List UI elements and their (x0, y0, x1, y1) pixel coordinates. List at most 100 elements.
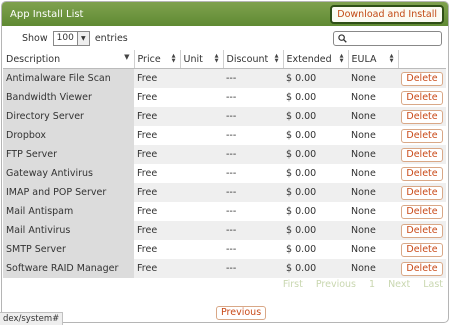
cell-extended: $ 0.00 (283, 126, 348, 145)
app-table: Description ▼ Price ▲ ▼ Unit ▲ ▼ Discount ▲ ▼ E… (3, 50, 446, 278)
cell-action: Delete (398, 68, 446, 88)
cell-action: Delete (398, 202, 446, 221)
table-body: Antimalware File Scan Free --- $ 0.00 None De… (3, 68, 446, 278)
panel-header: App Install List Download and Install (2, 2, 448, 26)
cell-price: Free (134, 107, 180, 126)
previous-button[interactable]: Previous (216, 306, 267, 320)
cell-action: Delete (398, 240, 446, 259)
cell-description: Gateway Antivirus (3, 164, 134, 183)
delete-button[interactable]: Delete (401, 109, 443, 124)
delete-button[interactable]: Delete (401, 204, 443, 219)
download-and-install-button[interactable]: Download and Install (330, 4, 444, 24)
cell-description: FTP Server (3, 145, 134, 164)
cell-unit (180, 259, 223, 278)
status-bar: dex/system# (0, 312, 64, 325)
table-row: Mail Antispam Free --- $ 0.00 None Delete (3, 202, 446, 221)
cell-action: Delete (398, 183, 446, 202)
cell-action: Delete (398, 259, 446, 278)
cell-eula: None (348, 240, 398, 259)
table-row: Bandwidth Viewer Free --- $ 0.00 None Delete (3, 88, 446, 107)
cell-unit (180, 145, 223, 164)
app-install-panel: App Install List Download and Install Sh… (1, 1, 449, 323)
pagination-last[interactable]: Last (423, 279, 443, 290)
cell-eula: None (348, 126, 398, 145)
cell-extended: $ 0.00 (283, 202, 348, 221)
delete-button[interactable]: Delete (401, 166, 443, 181)
cell-price: Free (134, 240, 180, 259)
cell-eula: None (348, 145, 398, 164)
cell-extended: $ 0.00 (283, 259, 348, 278)
cell-price: Free (134, 221, 180, 240)
column-header-eula[interactable]: EULA ▲ ▼ (348, 50, 399, 69)
cell-unit (180, 88, 223, 107)
column-header-actions (398, 50, 446, 69)
delete-button[interactable]: Delete (401, 90, 443, 105)
delete-button[interactable]: Delete (401, 223, 443, 238)
delete-button[interactable]: Delete (401, 261, 443, 276)
cell-eula: None (348, 164, 398, 183)
cell-extended: $ 0.00 (283, 164, 348, 183)
cell-extended: $ 0.00 (283, 68, 348, 88)
cell-eula: None (348, 183, 398, 202)
cell-extended: $ 0.00 (283, 240, 348, 259)
cell-description: Mail Antivirus (3, 221, 134, 240)
pagination-next[interactable]: Next (388, 279, 410, 290)
sort-icon: ▲ ▼ (389, 53, 394, 64)
cell-unit (180, 183, 223, 202)
pagination-first[interactable]: First (283, 279, 303, 290)
column-header-price[interactable]: Price ▲ ▼ (134, 50, 181, 69)
pagination-previous[interactable]: Previous (316, 279, 356, 290)
delete-button[interactable]: Delete (401, 71, 443, 86)
cell-extended: $ 0.00 (283, 183, 348, 202)
sort-desc-icon: ▼ (124, 53, 130, 61)
cell-eula: None (348, 88, 398, 107)
table-controls: Show 100 ▼ entries (2, 26, 448, 50)
cell-unit (180, 202, 223, 221)
cell-action: Delete (398, 164, 446, 183)
cell-description: Antimalware File Scan (3, 68, 134, 88)
cell-eula: None (348, 259, 398, 278)
cell-discount: --- (223, 240, 283, 259)
pagination-page-1[interactable]: 1 (369, 279, 375, 290)
cell-price: Free (134, 164, 180, 183)
delete-button[interactable]: Delete (401, 128, 443, 143)
sort-icon: ▲ ▼ (214, 53, 219, 64)
cell-extended: $ 0.00 (283, 107, 348, 126)
table-row: Directory Server Free --- $ 0.00 None Delete (3, 107, 446, 126)
cell-price: Free (134, 183, 180, 202)
delete-button[interactable]: Delete (401, 147, 443, 162)
search-input[interactable] (333, 30, 442, 46)
column-header-discount[interactable]: Discount ▲ ▼ (223, 50, 284, 69)
cell-price: Free (134, 202, 180, 221)
page-size-select[interactable]: 100 ▼ (52, 30, 90, 46)
cell-extended: $ 0.00 (283, 145, 348, 164)
search-icon (338, 33, 347, 43)
page-size-control: Show 100 ▼ entries (22, 30, 128, 46)
cell-discount: --- (223, 88, 283, 107)
cell-description: SMTP Server (3, 240, 134, 259)
cell-action: Delete (398, 126, 446, 145)
column-header-extended[interactable]: Extended ▲ ▼ (283, 50, 349, 69)
table-row: Mail Antivirus Free --- $ 0.00 None Delete (3, 221, 446, 240)
cell-description: Dropbox (3, 126, 134, 145)
column-header-unit[interactable]: Unit ▲ ▼ (180, 50, 224, 69)
table-row: Gateway Antivirus Free --- $ 0.00 None Delete (3, 164, 446, 183)
cell-discount: --- (223, 202, 283, 221)
table-row: FTP Server Free --- $ 0.00 None Delete (3, 145, 446, 164)
show-label: Show (22, 32, 48, 44)
cell-unit (180, 240, 223, 259)
cell-description: Directory Server (3, 107, 134, 126)
column-header-description[interactable]: Description ▼ (3, 50, 135, 69)
cell-discount: --- (223, 145, 283, 164)
page-size-value: 100 (56, 33, 74, 43)
chevron-down-icon: ▼ (76, 31, 89, 45)
panel-title: App Install List (10, 8, 84, 20)
cell-unit (180, 126, 223, 145)
cell-discount: --- (223, 68, 283, 88)
cell-unit (180, 221, 223, 240)
table-row: Dropbox Free --- $ 0.00 None Delete (3, 126, 446, 145)
cell-action: Delete (398, 145, 446, 164)
delete-button[interactable]: Delete (401, 242, 443, 257)
delete-button[interactable]: Delete (401, 185, 443, 200)
table-header-row: Description ▼ Price ▲ ▼ Unit ▲ ▼ Discount ▲ ▼ E… (3, 50, 446, 69)
